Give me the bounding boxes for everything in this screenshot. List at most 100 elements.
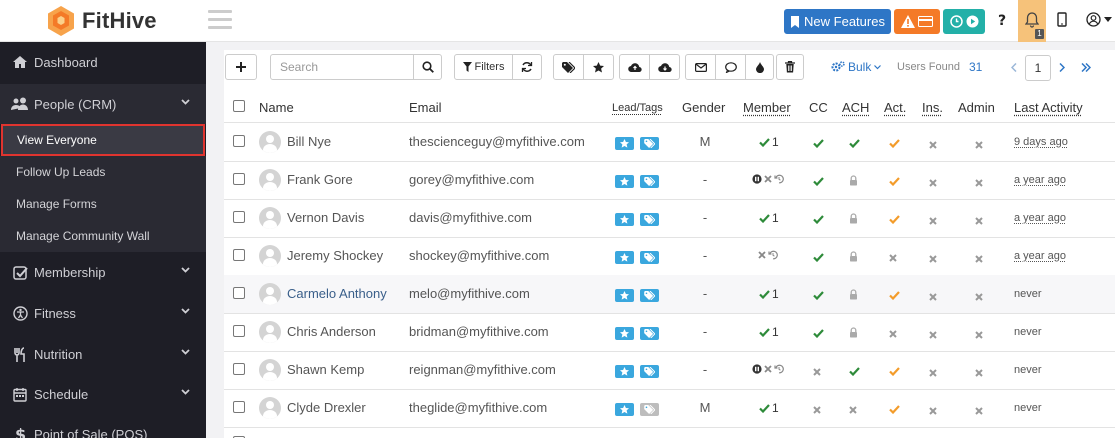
tags-tag[interactable] [640,289,659,302]
column-header-gender[interactable]: Gender [682,100,725,115]
act-check-icon [889,364,900,379]
logo[interactable]: FitHive [46,5,157,37]
lead-star-tag[interactable] [615,327,634,340]
select-all-checkbox[interactable] [233,100,245,112]
user-menu-button[interactable] [1086,12,1112,27]
sidebar-item-dashboard[interactable]: Dashboard [0,42,206,82]
last-page-icon[interactable] [1081,63,1091,72]
menu-toggle-icon[interactable] [208,10,232,30]
person-name-link[interactable]: Shawn Kemp [287,362,364,377]
tags-tag[interactable] [640,365,659,378]
refresh-button[interactable] [512,54,542,80]
search-input[interactable]: Search [270,54,414,80]
column-header-member[interactable]: Member [743,100,791,115]
bulk-actions-dropdown[interactable]: Bulk [831,60,882,74]
lead-star-tag[interactable] [615,403,634,416]
mobile-icon[interactable] [1057,12,1067,28]
tags-tag[interactable] [640,137,659,150]
email-button[interactable] [685,54,716,80]
avatar[interactable] [259,397,281,419]
column-header-act[interactable]: Act. [884,100,906,115]
tags-tag[interactable] [640,175,659,188]
member-status[interactable]: 1 [759,135,779,149]
sidebar-subitem-manage-forms[interactable]: Manage Forms [0,188,206,220]
lead-star-tag[interactable] [615,137,634,150]
lead-star-tag[interactable] [615,175,634,188]
star-button[interactable] [583,54,614,80]
timer-button[interactable] [943,9,985,34]
row-checkbox[interactable] [233,363,245,375]
column-header-ach[interactable]: ACH [842,100,869,115]
avatar[interactable] [259,131,281,153]
person-name-link[interactable]: Jeremy Shockey [287,248,383,263]
column-header-ins[interactable]: Ins. [922,100,943,115]
column-header-admin[interactable]: Admin [958,100,995,115]
cloud-upload-button[interactable] [619,54,650,80]
lead-star-tag[interactable] [615,213,634,226]
member-status[interactable] [752,364,784,374]
sidebar-item-fitness[interactable]: Fitness [0,293,206,333]
person-name-link[interactable]: Bill Nye [287,134,331,149]
next-page-icon[interactable] [1059,63,1065,72]
search-icon [421,61,434,73]
tags-tag[interactable] [640,251,659,264]
help-icon[interactable]: ? [996,12,1010,28]
cloud-download-button[interactable] [649,54,680,80]
column-header-name[interactable]: Name [259,100,294,115]
person-name-link[interactable]: Clyde Drexler [287,400,366,415]
prev-page-icon[interactable] [1011,63,1017,72]
sidebar-subitem-follow-up-leads[interactable]: Follow Up Leads [0,156,206,188]
person-name-link[interactable]: Frank Gore [287,172,353,187]
row-checkbox[interactable] [233,401,245,413]
sidebar-item-nutrition[interactable]: Nutrition [0,334,206,374]
row-checkbox[interactable] [233,325,245,337]
ach-lock-icon [849,174,858,189]
avatar[interactable] [259,283,281,305]
sidebar-item-people-crm[interactable]: People (CRM) [0,84,206,124]
tag-button[interactable] [553,54,584,80]
person-name-link[interactable]: Carmelo Anthony [287,286,387,301]
sidebar-item-schedule[interactable]: Schedule [0,374,206,414]
avatar[interactable] [259,321,281,343]
tags-tag[interactable] [640,213,659,226]
avatar[interactable] [259,245,281,267]
row-checkbox[interactable] [233,135,245,147]
person-name-link[interactable]: Vernon Davis [287,210,364,225]
avatar[interactable] [259,169,281,191]
lead-star-tag[interactable] [615,365,634,378]
row-checkbox[interactable] [233,249,245,261]
column-header-cc[interactable]: CC [809,100,828,115]
sidebar-subitem-manage-community-wall[interactable]: Manage Community Wall [0,220,206,252]
row-checkbox[interactable] [233,173,245,185]
column-header-email[interactable]: Email [409,100,442,115]
member-status[interactable]: 1 [759,211,779,225]
delete-button[interactable] [776,54,804,80]
new-features-button[interactable]: New Features [784,9,891,34]
filters-button[interactable]: Filters [454,54,513,80]
avatar[interactable] [259,359,281,381]
sidebar-item-point-of-sale[interactable]: $ Point of Sale (POS) [0,414,206,438]
member-status[interactable]: 1 [759,325,779,339]
row-checkbox[interactable] [233,211,245,223]
drop-button[interactable] [745,54,774,80]
sidebar-item-membership[interactable]: Membership [0,252,206,292]
search-button[interactable] [413,54,442,80]
row-checkbox[interactable] [233,287,245,299]
sidebar-subitem-view-everyone[interactable]: View Everyone [1,124,205,156]
member-status[interactable]: 1 [759,287,779,301]
avatar[interactable] [259,207,281,229]
column-header-lead-tags[interactable]: Lead/Tags [612,102,663,114]
member-status[interactable] [758,250,778,260]
tags-tag[interactable] [640,327,659,340]
member-status[interactable] [752,174,784,184]
lead-star-tag[interactable] [615,251,634,264]
lead-star-tag[interactable] [615,289,634,302]
person-name-link[interactable]: Chris Anderson [287,324,376,339]
add-person-button[interactable] [225,54,257,80]
sms-button[interactable] [715,54,746,80]
tags-tag[interactable] [640,403,659,416]
member-status[interactable]: 1 [759,401,779,415]
billing-alert-button[interactable] [894,9,940,34]
page-number-input[interactable]: 1 [1025,55,1051,81]
column-header-last-activity[interactable]: Last Activity [1014,100,1083,115]
